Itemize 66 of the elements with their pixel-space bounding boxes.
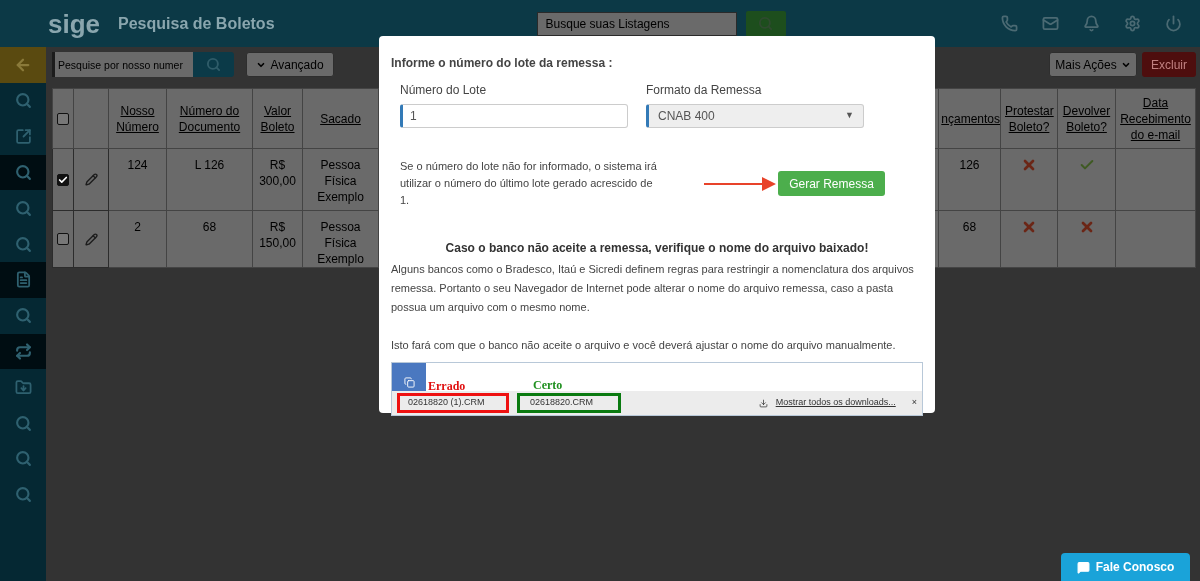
right-file-item: 02618820.CRM [517,393,621,413]
phone-icon[interactable] [1001,15,1018,32]
chat-button[interactable]: Fale Conosco [1061,553,1190,581]
search-icon [14,235,32,253]
checkbox[interactable] [57,233,69,245]
caret-icon: ▼ [845,109,854,123]
chat-icon [1076,560,1090,574]
sidebar-item[interactable] [0,262,46,298]
settings-icon[interactable] [1124,15,1141,32]
edit-icon[interactable] [84,173,98,186]
close-icon: × [911,396,917,410]
power-icon[interactable] [1165,15,1182,32]
wrong-label: Errado [428,378,466,395]
search-icon [14,307,32,325]
field-label: Formato da Remessa [646,82,763,99]
search-field[interactable]: Busque suas Listagens [536,11,737,36]
search-button[interactable] [745,10,786,37]
warning-heading: Caso o banco não aceite a remessa, verifique o nome do arquivo baixado! [444,240,870,257]
table-cell: Pessoa Física Exemplo [317,158,364,204]
sidebar-item[interactable] [0,47,46,83]
table-cell: 68 [202,220,217,234]
folder-download-icon [14,378,32,396]
select-field[interactable]: CNAB 400 ▼ [646,104,864,128]
advanced-button[interactable]: Avançado [246,52,334,77]
paragraph: Isto fará com que o banco não aceite o arquivo e você deverá ajustar o nome do arquivo manualmente. [391,338,897,353]
right-label: Certo [533,377,563,394]
input-field[interactable]: 1 [400,104,628,128]
mail-icon[interactable] [1042,15,1059,32]
wrong-file-item: 02618820 (1).CRM [397,393,509,413]
share-icon [14,128,32,146]
generate-button[interactable]: Gerar Remessa [778,171,885,196]
dialog-heading: Informe o número do lote da remessa : [391,55,614,72]
checkbox[interactable] [57,112,69,125]
search-icon [14,486,32,504]
sidebar-item[interactable] [0,333,46,370]
page-title: Pesquisa de Boletos [118,13,275,34]
copy-icon [403,377,415,388]
table-cell: R$ 300,00 [259,158,296,188]
search-icon [14,450,32,468]
table-cell: 2 [134,220,141,234]
table-cell: 68 [962,220,977,234]
arrow-icon [704,176,776,191]
document-icon [14,271,32,289]
search-icon [14,164,32,181]
table-cell: L 126 [194,158,225,172]
sidebar-item[interactable] [0,154,46,191]
logo: sige [48,10,101,37]
search-icon [206,57,221,72]
checkbox[interactable] [57,173,69,186]
search-icon [14,199,32,217]
table-cell: 126 [959,158,980,172]
search-field[interactable]: Pesquise por nosso numer [52,52,193,77]
repeat-icon [14,342,32,360]
table-cell: R$ 150,00 [259,220,296,250]
table-cell: 124 [127,158,148,172]
search-icon [14,414,32,432]
bell-icon[interactable] [1083,15,1100,32]
edit-icon[interactable] [84,232,98,246]
more-actions-button[interactable]: Mais Ações [1049,52,1137,77]
delete-button[interactable]: Excluir [1142,52,1196,77]
download-icon [758,398,768,408]
field-label: Número do Lote [400,82,488,99]
search-icon [14,92,32,110]
table-cell: Pessoa Física Exemplo [317,220,364,266]
paragraph: Alguns bancos como o Bradesco, Itaú e Sicredi definem regras para restringir a nomenclatura dos arquivos remessa. Portanto o seu Navegador de Internet pode alterar o nome do arquivo remessa, caso a pasta possua um arquivo com o mesmo nome. [391,262,915,315]
hint-text: Se o número do lote não for informado, o sistema irá utilizar o número do último lote gerado acrescido de 1. [400,159,658,208]
